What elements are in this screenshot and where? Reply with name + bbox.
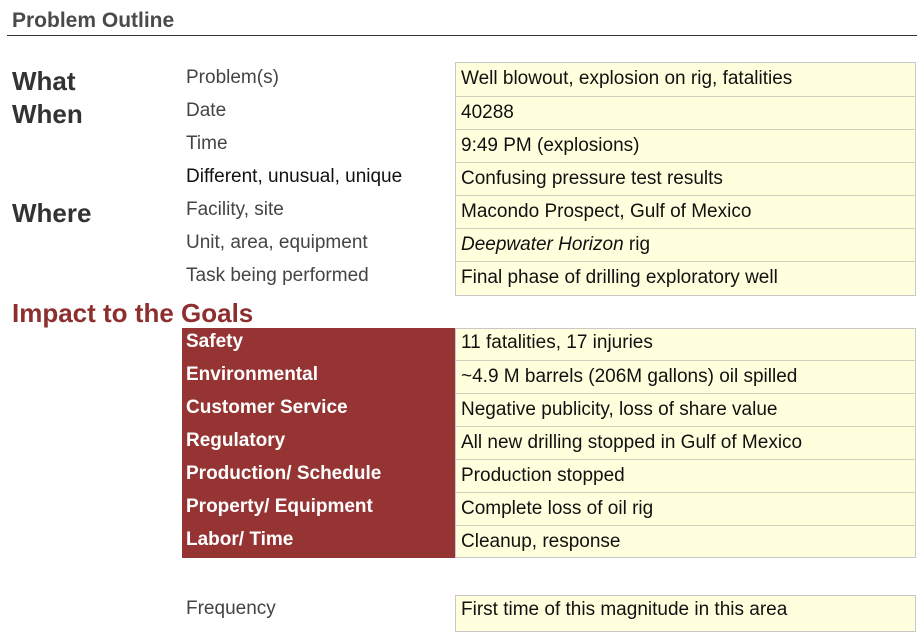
value-different[interactable]: Confusing pressure test results: [456, 162, 915, 195]
label-frequency: Frequency: [186, 598, 276, 619]
value-time[interactable]: 9:49 PM (explosions): [456, 129, 915, 162]
value-unit-italic: Deepwater Horizon: [461, 234, 624, 255]
section-where: Where: [12, 198, 92, 228]
label-unit: Unit, area, equipment: [186, 232, 368, 253]
goal-label-labor: Labor/ Time: [186, 529, 294, 550]
outline-values-table: Well blowout, explosion on rig, fataliti…: [455, 62, 916, 296]
goal-value-labor[interactable]: Cleanup, response: [456, 525, 915, 557]
label-problems: Problem(s): [186, 67, 279, 88]
label-task: Task being performed: [186, 265, 369, 286]
value-unit[interactable]: Deepwater Horizon rig: [456, 228, 915, 261]
page-title: Problem Outline: [12, 9, 175, 32]
goal-label-safety: Safety: [186, 331, 244, 352]
value-frequency[interactable]: First time of this magnitude in this are…: [456, 594, 915, 629]
label-date: Date: [186, 100, 227, 121]
goal-label-property: Property/ Equipment: [186, 496, 373, 517]
section-when: When: [12, 99, 83, 129]
goal-label-environmental: Environmental: [186, 364, 318, 385]
goal-value-property[interactable]: Complete loss of oil rig: [456, 492, 915, 525]
goals-heading: Impact to the Goals: [12, 298, 254, 328]
goals-values-table: 11 fatalities, 17 injuries ~4.9 M barrel…: [455, 328, 916, 558]
goal-label-customer-service: Customer Service: [186, 397, 348, 418]
section-what: What: [12, 66, 76, 96]
value-task[interactable]: Final phase of drilling exploratory well: [456, 261, 915, 295]
goal-value-safety[interactable]: 11 fatalities, 17 injuries: [456, 327, 915, 360]
label-different: Different, unusual, unique: [186, 166, 403, 187]
value-facility[interactable]: Macondo Prospect, Gulf of Mexico: [456, 195, 915, 228]
goal-value-customer-service[interactable]: Negative publicity, loss of share value: [456, 393, 915, 426]
goal-value-environmental[interactable]: ~4.9 M barrels (206M gallons) oil spille…: [456, 360, 915, 393]
goal-value-regulatory[interactable]: All new drilling stopped in Gulf of Mexi…: [456, 426, 915, 459]
goals-label-column: Safety Environmental Customer Service Re…: [182, 328, 455, 558]
goal-label-regulatory: Regulatory: [186, 430, 286, 451]
value-unit-rest: rig: [623, 234, 651, 255]
label-time: Time: [186, 133, 228, 154]
title-divider: [7, 35, 917, 36]
label-facility: Facility, site: [186, 199, 284, 220]
value-date[interactable]: 40288: [456, 96, 915, 129]
goal-value-production[interactable]: Production stopped: [456, 459, 915, 492]
goal-label-production: Production/ Schedule: [186, 463, 382, 484]
value-problems[interactable]: Well blowout, explosion on rig, fataliti…: [456, 63, 915, 96]
frequency-value-box: First time of this magnitude in this are…: [455, 595, 916, 632]
